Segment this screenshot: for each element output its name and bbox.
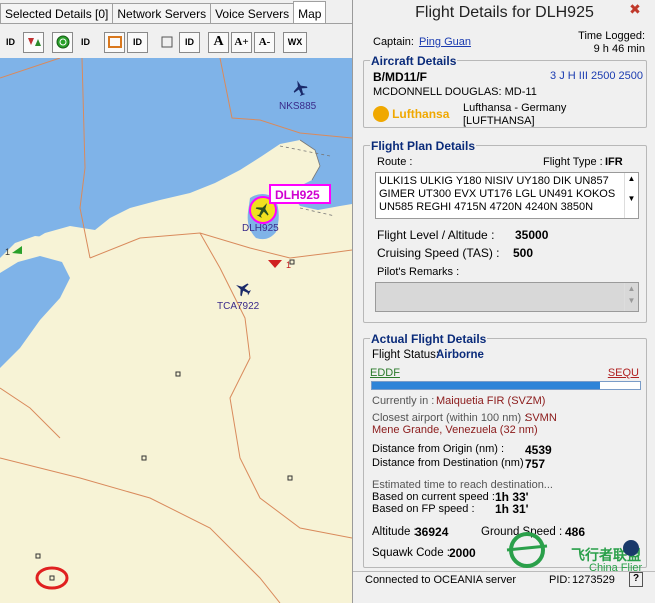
actual-flight-title: Actual Flight Details — [370, 332, 488, 346]
altitude-label: Altitude : — [372, 526, 417, 538]
aircraft-arrows-icon[interactable] — [23, 31, 44, 53]
altitude-value: 36924 — [415, 525, 449, 539]
globe-icon — [623, 540, 639, 556]
route-line: ULKI1S ULKIG Y180 NISIV UY180 DIK UN857 — [379, 175, 609, 187]
weather-button[interactable]: WX — [283, 31, 307, 53]
closest-airport-place: Mene Grande, Venezuela (32 nm) — [372, 424, 538, 436]
pid-value: 1273529 — [572, 574, 615, 586]
fir-box-icon[interactable] — [104, 31, 125, 53]
time-logged-value: 9 h 46 min — [593, 43, 645, 55]
closest-airport-value: SVMN — [525, 412, 557, 424]
help-button[interactable]: ? — [629, 572, 643, 587]
aircraft-type-code: B/MD11/F — [373, 70, 428, 84]
tab-strip: Selected Details [0] Network Servers Voi… — [0, 1, 327, 24]
map-toolbar: ID ID ID ID A A+ A- WX — [0, 28, 352, 56]
flight-status-value: Airborne — [436, 349, 484, 361]
distance-origin-value: 4539 — [525, 443, 552, 457]
flight-progress-fill — [372, 382, 600, 389]
based-fp-value: 1h 31' — [495, 502, 529, 516]
id-toggle-button[interactable]: ID — [0, 32, 21, 53]
tab-network-servers[interactable]: Network Servers — [112, 3, 212, 24]
panel-title: Flight Details for DLH925 — [415, 4, 594, 21]
font-decrease-button[interactable]: A- — [254, 31, 275, 53]
selected-callout-label: DLH925 — [275, 188, 320, 202]
distance-origin-label: Distance from Origin (nm) : — [372, 443, 505, 455]
currently-in-label: Currently in : — [372, 395, 435, 407]
airport-box-icon[interactable] — [156, 32, 177, 53]
connection-status: Connected to OCEANIA server — [365, 574, 517, 586]
flight-status-label: Flight Status: — [372, 349, 440, 361]
airline-logo: Lufthansa — [373, 106, 461, 124]
tab-selected-details[interactable]: Selected Details [0] — [0, 3, 114, 24]
aircraft-type-name: MCDONNELL DOUGLAS: MD-11 — [373, 86, 537, 98]
route-textbox[interactable]: ULKI1S ULKIG Y180 NISIV UY180 DIK UN857 … — [375, 172, 639, 219]
time-logged-label: Time Logged: — [578, 30, 645, 42]
cruise-speed-value: 500 — [513, 246, 534, 260]
status-bar: Connected to OCEANIA server PID: 1273529… — [353, 571, 655, 603]
remarks-scrollbar[interactable]: ▲ ▼ — [624, 283, 638, 311]
closest-airport-label: Closest airport (within 100 nm) : — [372, 412, 528, 424]
tab-map[interactable]: Map — [293, 1, 327, 24]
map-canvas[interactable]: DLH925 NKS885 DLH925 TCA7922 1 1 — [0, 58, 352, 603]
flight-progress-bar — [371, 381, 641, 390]
route-line: UN585 REGHI 4715N 4720N 4240N 3850N — [379, 201, 594, 213]
destination-link[interactable]: SEQU — [608, 367, 639, 379]
squawk-value: 2000 — [449, 546, 476, 560]
marker-count: 1 — [5, 247, 10, 257]
captain-link[interactable]: Ping Guan — [419, 36, 471, 48]
airline-code: [LUFTHANSA] — [463, 115, 535, 127]
remarks-textbox[interactable]: ▲ ▼ — [375, 282, 639, 312]
airport-id-button[interactable]: ID — [179, 31, 200, 53]
route-line: GIMER UT300 EVX UT176 LGL UN491 KOKOS — [379, 188, 616, 200]
aircraft-label: NKS885 — [279, 101, 317, 112]
origin-link[interactable]: EDDF — [370, 367, 400, 379]
scroll-up-icon[interactable]: ▲ — [625, 283, 638, 295]
flight-type-value: IFR — [605, 156, 623, 168]
squawk-label: Squawk Code : — [372, 547, 450, 559]
radar-id-button[interactable]: ID — [75, 32, 96, 53]
based-current-label: Based on current speed : — [372, 491, 495, 503]
china-flier-logo — [503, 528, 553, 568]
map-panel: Selected Details [0] Network Servers Voi… — [0, 0, 352, 603]
aircraft-nks885-icon[interactable] — [291, 78, 309, 97]
flight-type-label: Flight Type : — [543, 156, 603, 168]
route-scrollbar[interactable]: ▲ ▼ — [624, 173, 638, 218]
flight-level-value: 35000 — [515, 228, 549, 242]
aircraft-details-title: Aircraft Details — [370, 54, 458, 68]
cruise-speed-label: Cruising Speed (TAS) : — [377, 246, 500, 260]
remarks-label: Pilot's Remarks : — [377, 266, 460, 278]
flight-plan-title: Flight Plan Details — [370, 139, 477, 153]
route-label: Route : — [377, 156, 413, 168]
font-button[interactable]: A — [208, 31, 229, 53]
close-icon[interactable]: ✖ — [625, 0, 645, 20]
distance-destination-value: 757 — [525, 457, 546, 471]
distance-destination-label: Distance from Destination (nm) : — [372, 457, 530, 469]
flight-level-label: Flight Level / Altitude : — [377, 228, 495, 242]
scroll-down-icon[interactable]: ▼ — [625, 295, 638, 307]
aircraft-codes: 3 J H III 2500 2500 — [550, 70, 643, 82]
aircraft-label: TCA7922 — [217, 301, 260, 312]
font-increase-button[interactable]: A+ — [231, 31, 252, 53]
fir-id-button[interactable]: ID — [127, 31, 148, 53]
captain-label: Captain: — [373, 36, 414, 48]
flight-details-panel: Flight Details for DLH925 ✖ Captain: Pin… — [352, 0, 655, 603]
ground-speed-value: 486 — [565, 525, 586, 539]
pid-label: PID: — [549, 574, 571, 586]
scroll-up-icon[interactable]: ▲ — [625, 173, 638, 185]
airline-name: Lufthansa - Germany — [463, 102, 567, 114]
aircraft-label: DLH925 — [242, 223, 279, 234]
marker-count: 1 — [286, 260, 291, 270]
scroll-down-icon[interactable]: ▼ — [625, 193, 638, 205]
tab-voice-servers[interactable]: Voice Servers — [210, 3, 295, 24]
based-fp-label: Based on FP speed : — [372, 503, 475, 515]
currently-in-value: Maiquetia FIR (SVZM) — [436, 395, 546, 407]
radar-icon[interactable] — [52, 31, 73, 53]
